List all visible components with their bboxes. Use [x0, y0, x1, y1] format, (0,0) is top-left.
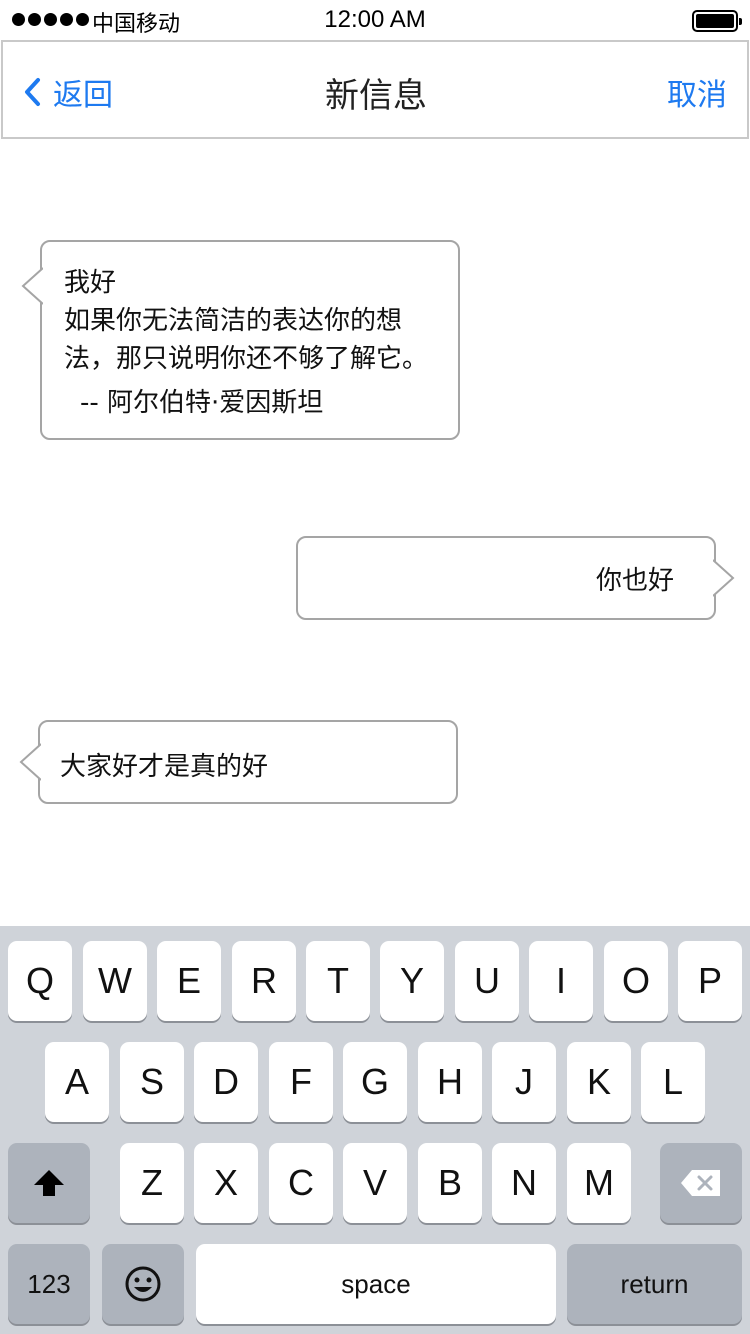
key-p[interactable]: P [678, 941, 742, 1021]
backspace-icon [681, 1170, 720, 1196]
key-q[interactable]: Q [8, 941, 72, 1021]
space-key[interactable]: space [196, 1244, 556, 1324]
message-bubble-outgoing[interactable]: 你也好 [296, 536, 735, 620]
key-t[interactable]: T [306, 941, 370, 1021]
key-h[interactable]: H [418, 1042, 482, 1122]
key-l[interactable]: L [641, 1042, 705, 1122]
key-f[interactable]: F [269, 1042, 333, 1122]
navigation-bar: 返回 新信息 取消 [1, 40, 749, 139]
message-signature: -- 阿尔伯特·爱因斯坦 [80, 388, 324, 418]
status-bar: 中国移动 12:00 AM [0, 0, 750, 40]
key-i[interactable]: I [529, 941, 593, 1021]
shift-icon [34, 1170, 64, 1196]
message-text: 大家好才是真的好 [60, 752, 269, 782]
emoji-icon [125, 1266, 161, 1302]
message-text: 你也好 [595, 566, 674, 596]
key-m[interactable]: M [567, 1143, 631, 1223]
key-x[interactable]: X [194, 1143, 258, 1223]
key-n[interactable]: N [492, 1143, 556, 1223]
key-z[interactable]: Z [120, 1143, 184, 1223]
battery-icon [692, 10, 742, 32]
key-r[interactable]: R [232, 941, 296, 1021]
cancel-button[interactable]: 取消 [667, 70, 727, 114]
status-time: 12:00 AM [324, 6, 426, 33]
message-bubble-incoming[interactable]: 我好 如果你无法简洁的表达你的想 法，那只说明你还不够了解它。 -- 阿尔伯特·… [21, 240, 460, 440]
key-g[interactable]: G [343, 1042, 407, 1122]
key-c[interactable]: C [269, 1143, 333, 1223]
key-s[interactable]: S [120, 1042, 184, 1122]
emoji-key[interactable] [102, 1244, 184, 1324]
page-title: 新信息 [325, 76, 427, 116]
delete-key[interactable] [660, 1143, 742, 1223]
message-bubble-incoming[interactable]: 大家好才是真的好 [19, 720, 458, 804]
key-k[interactable]: K [567, 1042, 631, 1122]
key-w[interactable]: W [83, 941, 147, 1021]
key-o[interactable]: O [604, 941, 668, 1021]
bubble-tail-left [19, 743, 41, 781]
shift-key[interactable] [8, 1143, 90, 1223]
key-u[interactable]: U [455, 941, 519, 1021]
key-j[interactable]: J [492, 1042, 556, 1122]
key-d[interactable]: D [194, 1042, 258, 1122]
key-b[interactable]: B [418, 1143, 482, 1223]
phone-screen: 中国移动 12:00 AM 返回 新信息 取消 我好 如果你无法简洁的表达你的想… [0, 0, 750, 1334]
bubble-tail-left [21, 267, 43, 305]
keyboard: Q W E R T Y U I O P A S D F G H J K L Z … [0, 926, 750, 1334]
bubble-tail-right [713, 559, 735, 597]
key-a[interactable]: A [45, 1042, 109, 1122]
key-v[interactable]: V [343, 1143, 407, 1223]
numbers-key[interactable]: 123 [8, 1244, 90, 1324]
message-text: 我好 如果你无法简洁的表达你的想 法，那只说明你还不够了解它。 [64, 268, 429, 374]
key-y[interactable]: Y [380, 941, 444, 1021]
key-e[interactable]: E [157, 941, 221, 1021]
return-key[interactable]: return [567, 1244, 742, 1324]
